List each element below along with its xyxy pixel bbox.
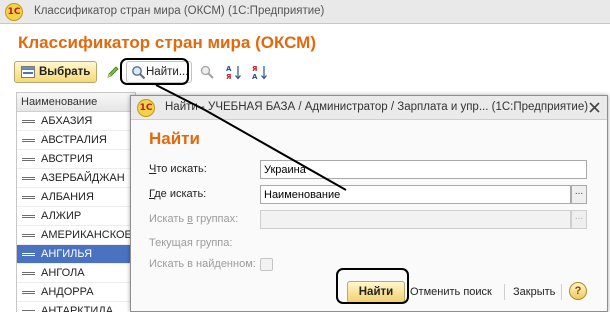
annotation-arrow-line [155,84,347,191]
